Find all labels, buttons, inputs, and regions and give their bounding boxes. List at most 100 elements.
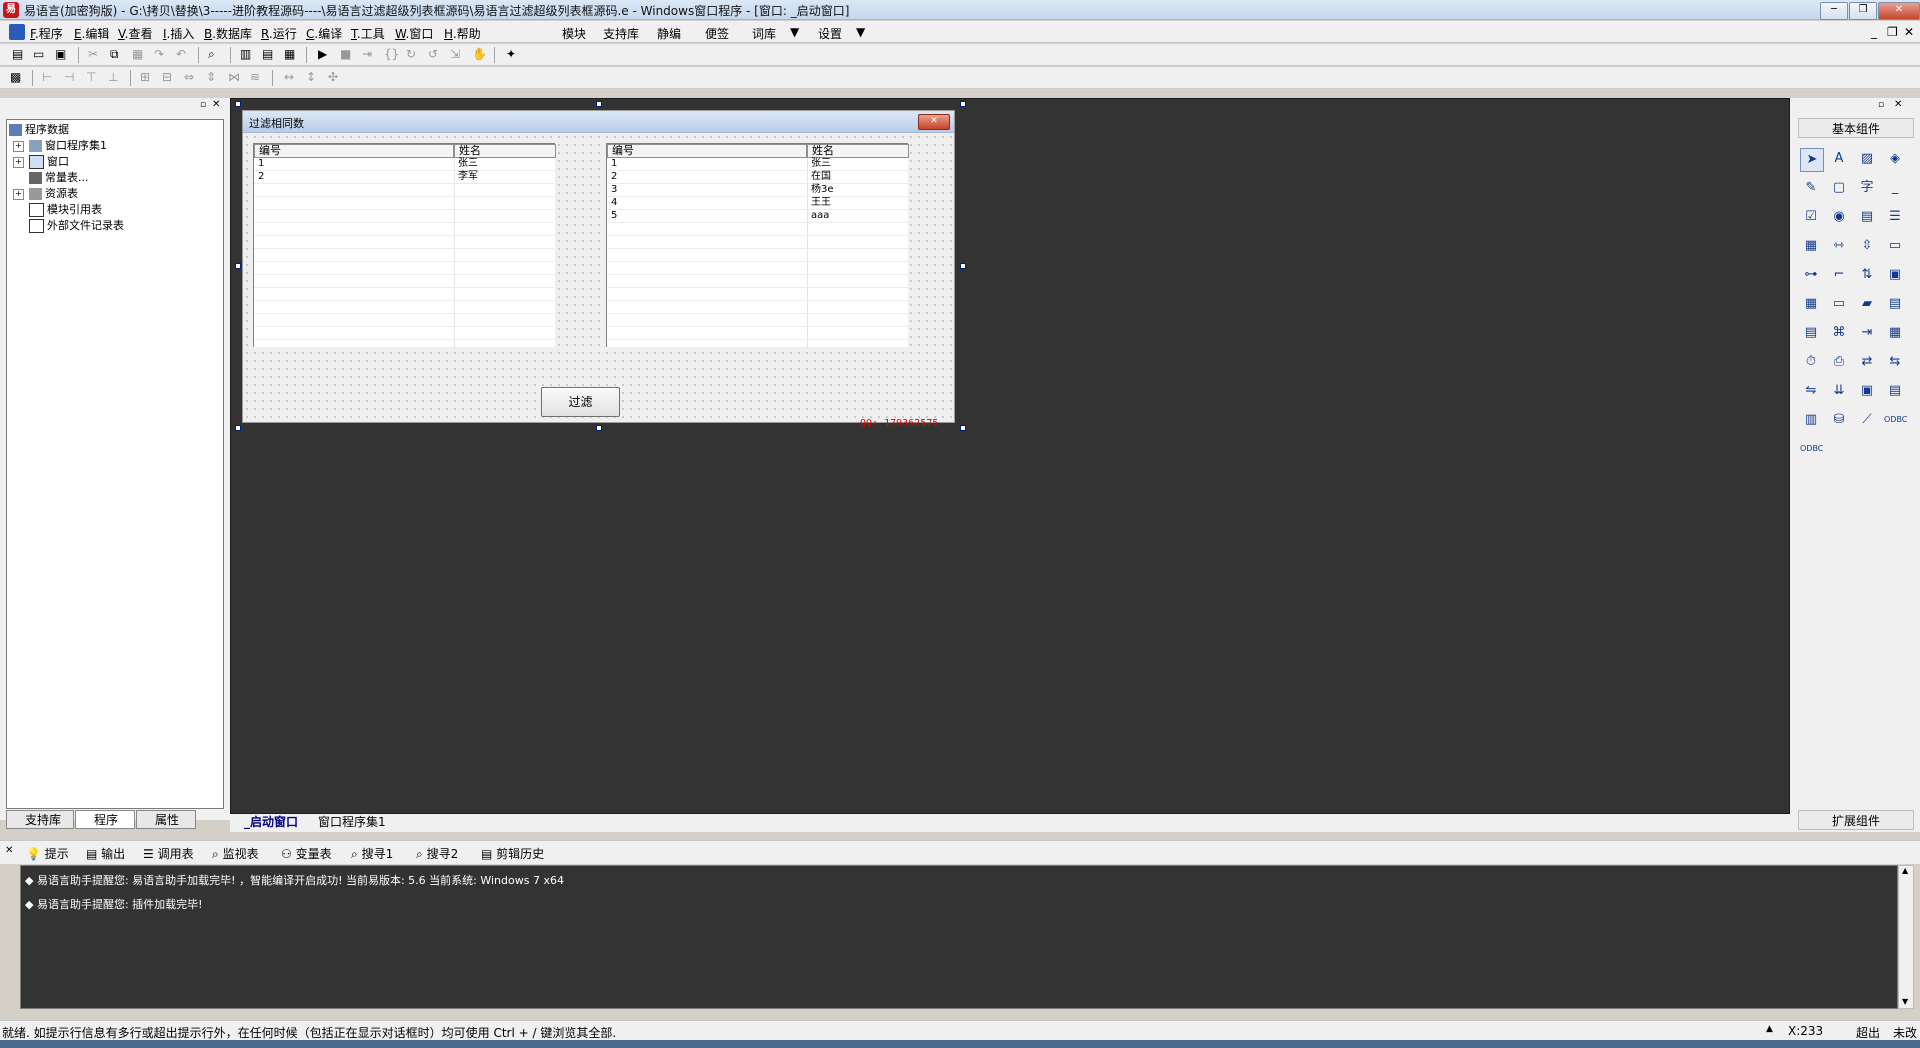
menu-window[interactable]: W.窗口 — [395, 25, 433, 42]
checkbox-icon[interactable]: ☑ — [1800, 206, 1822, 228]
odbc-icon[interactable]: ODBC — [1884, 409, 1907, 431]
table-row[interactable]: 3 杨3e — [607, 184, 908, 197]
tab-output[interactable]: ▤ 输出 — [86, 845, 125, 862]
same-width-icon[interactable]: ⇔ — [184, 70, 200, 86]
copy-icon[interactable]: ⧉ — [110, 47, 126, 63]
menu-compile[interactable]: C.编译 — [306, 25, 342, 42]
tab-variables[interactable]: ⚇ 变量表 — [281, 845, 332, 862]
tab-properties[interactable]: 属性 — [136, 810, 196, 829]
new-file-icon[interactable]: ▤ — [12, 47, 28, 63]
column-header[interactable]: 编号 — [607, 144, 807, 158]
socket-icon[interactable]: ⇋ — [1800, 380, 1822, 402]
file-box-icon[interactable]: ▤ — [1884, 293, 1906, 315]
menu-tools[interactable]: T.工具 — [351, 25, 385, 42]
step-into-icon[interactable]: {} — [384, 47, 400, 63]
column-header[interactable]: 姓名 — [807, 144, 909, 158]
align-top-icon[interactable]: ⊤ — [86, 70, 102, 86]
splitter-icon[interactable]: ⇥ — [1856, 322, 1878, 344]
output-pane[interactable]: ◆ 易语言助手提醒您: 易语言助手加载完毕! ，智能编译开启成功! 当前易版本:… — [20, 865, 1898, 1009]
scroll-down-icon[interactable]: ▼ — [1902, 997, 1908, 1006]
table-row[interactable]: 2 李军 — [254, 171, 555, 184]
data-source-icon[interactable]: ⇄ — [1856, 351, 1878, 373]
resize-handle[interactable] — [235, 263, 241, 269]
assistant-icon[interactable]: ✦ — [506, 47, 522, 63]
table-row[interactable]: 5 aaa — [607, 210, 908, 223]
tree-root[interactable]: 程序数据 — [9, 122, 69, 138]
resize-handle[interactable] — [960, 425, 966, 431]
height-icon[interactable]: ↕ — [306, 70, 322, 86]
table-row[interactable]: 2 在国 — [607, 171, 908, 184]
tree-item[interactable]: 资源表 — [29, 186, 78, 202]
resize-handle[interactable] — [596, 425, 602, 431]
spin-icon[interactable]: ⇅ — [1856, 264, 1878, 286]
resize-handle[interactable] — [235, 101, 241, 107]
align-bottom-icon[interactable]: ⊥ — [108, 70, 124, 86]
step-icon[interactable]: ⇥ — [362, 47, 378, 63]
pointer-icon[interactable]: ➤ — [1800, 148, 1824, 172]
run-icon[interactable]: ▶ — [318, 47, 334, 63]
tree-item[interactable]: 外部文件记录表 — [29, 218, 124, 234]
extended-components-footer[interactable]: 扩展组件 — [1798, 810, 1914, 830]
find-icon[interactable]: ⌕ — [208, 47, 224, 63]
menu-edit[interactable]: E.编辑 — [74, 25, 109, 42]
label-icon[interactable]: A — [1828, 148, 1850, 170]
center-horizontal-icon[interactable]: ⊞ — [140, 70, 156, 86]
mdi-close-button[interactable]: ✕ — [1904, 25, 1914, 39]
grid-icon[interactable]: ▩ — [10, 70, 26, 86]
database-icon[interactable]: ⛁ — [1828, 409, 1850, 431]
center-vertical-icon[interactable]: ⊟ — [162, 70, 178, 86]
align-right-icon[interactable]: ⊣ — [64, 70, 80, 86]
filter-button[interactable]: 过滤 — [541, 387, 620, 417]
menu-run[interactable]: R.运行 — [261, 25, 297, 42]
close-button[interactable]: ✕ — [1878, 2, 1920, 20]
combo-box-icon[interactable]: ▤ — [1856, 206, 1878, 228]
minimize-button[interactable]: ─ — [1820, 2, 1848, 20]
open-folder-icon[interactable]: ▭ — [33, 47, 49, 63]
chevron-down-icon[interactable]: ▼ — [856, 25, 865, 39]
undo-icon[interactable]: ↶ — [176, 47, 192, 63]
blank-box-icon[interactable]: ▢ — [1828, 177, 1850, 199]
chevron-down-icon[interactable]: ▼ — [790, 25, 799, 39]
edit-box-icon[interactable]: ✎ — [1800, 177, 1822, 199]
folder-box-icon[interactable]: ▰ — [1856, 293, 1878, 315]
text-icon[interactable]: 字 — [1856, 177, 1878, 199]
menu-view[interactable]: V.查看 — [118, 25, 153, 42]
menu-program[interactable]: F.程序 — [30, 25, 63, 42]
tree-item[interactable]: 窗口程序集1 — [29, 138, 107, 154]
menu-static-compile[interactable]: 静编 — [657, 25, 681, 42]
size-icon[interactable]: ✣ — [328, 70, 344, 86]
expand-icon[interactable]: + — [13, 189, 24, 200]
panel-close-icon[interactable]: ✕ — [5, 845, 13, 856]
shape-icon[interactable]: ◈ — [1884, 148, 1906, 170]
paste-icon[interactable]: ▦ — [132, 47, 148, 63]
menu-module[interactable]: 模块 — [562, 25, 586, 42]
odbc-source-icon[interactable]: ODBC — [1800, 438, 1823, 460]
printer-icon[interactable]: ⎙ — [1828, 351, 1850, 373]
menu-thesaurus[interactable]: 词库 — [752, 25, 776, 42]
menu-settings[interactable]: 设置 — [818, 25, 842, 42]
list-box-icon[interactable]: ☰ — [1884, 206, 1906, 228]
super-listbox-2[interactable]: 编号 姓名 1 张三 2 在国 3 杨3e 4 王王 5 aaa — [606, 143, 909, 348]
table-row[interactable]: 4 王王 — [607, 197, 908, 210]
data-list-icon[interactable]: ▥ — [1800, 409, 1822, 431]
form-close-icon[interactable]: ✕ — [918, 114, 950, 130]
underline-icon[interactable]: _ — [1884, 177, 1906, 199]
resize-handle[interactable] — [960, 263, 966, 269]
column-header[interactable]: 姓名 — [454, 144, 556, 158]
tree-item[interactable]: 模块引用表 — [29, 202, 102, 218]
tab-clip-history[interactable]: ▤ 剪辑历史 — [481, 845, 544, 862]
form-canvas[interactable]: 编号 姓名 1 张三 2 李军 编号 姓名 1 张三 2 在国 3 杨3e 4 王王 5 aa… — [243, 133, 954, 429]
stop-icon[interactable]: ■ — [340, 47, 356, 63]
mdi-restore-button[interactable]: ❐ — [1887, 25, 1898, 39]
panel-close-icon[interactable]: ✕ — [1894, 99, 1902, 110]
tree-item[interactable]: 常量表... — [29, 170, 89, 186]
tree-item[interactable]: 窗口 — [29, 154, 69, 170]
radio-icon[interactable]: ◉ — [1828, 206, 1850, 228]
table-row[interactable]: 1 张三 — [607, 158, 908, 171]
timer-icon[interactable]: ⏱ — [1800, 351, 1822, 373]
grid-list-icon[interactable]: ▦ — [1800, 235, 1822, 257]
step-out-icon[interactable]: ↺ — [428, 47, 444, 63]
pin-icon[interactable]: ▫ — [1878, 100, 1884, 110]
output-scrollbar[interactable]: ▲ ▼ — [1898, 865, 1914, 1009]
width-icon[interactable]: ↔ — [284, 70, 300, 86]
